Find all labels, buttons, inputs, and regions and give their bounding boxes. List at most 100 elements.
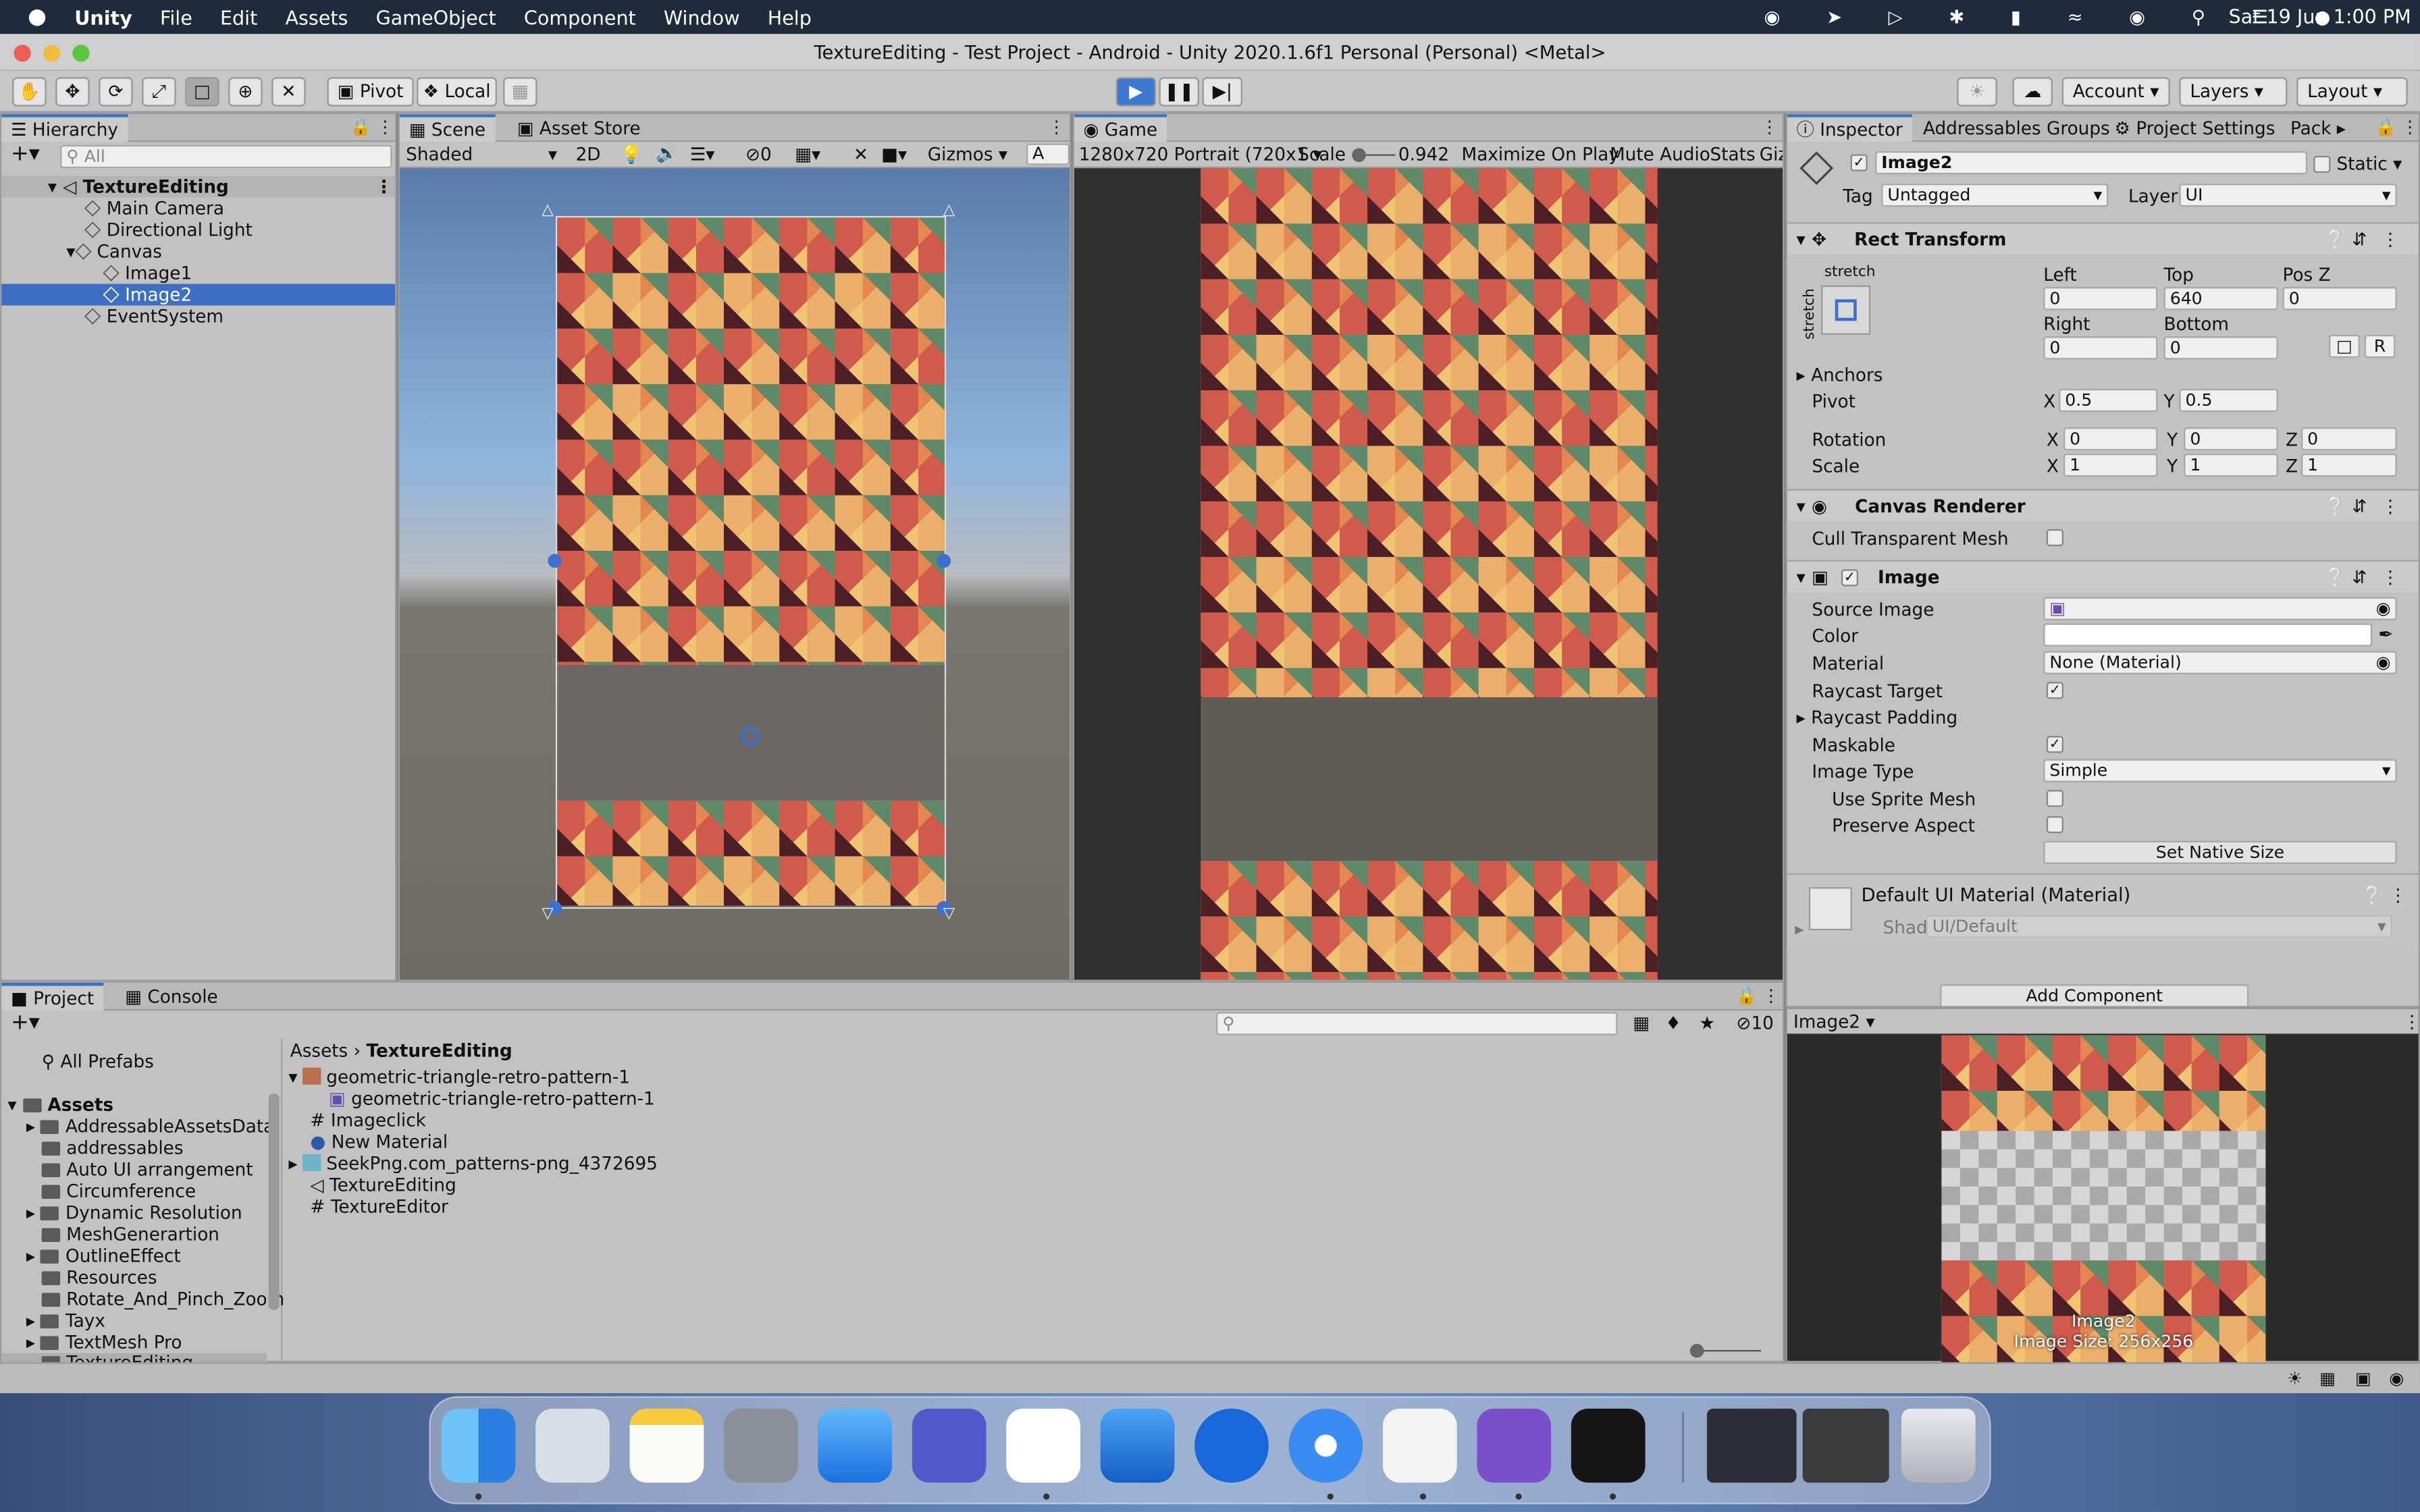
foldout-arrow-icon[interactable]: ▾ xyxy=(1797,495,1806,517)
left-input[interactable]: 0 xyxy=(2043,287,2158,310)
icon-size-slider[interactable] xyxy=(1689,1343,1761,1358)
settings-icon[interactable]: ⇵ xyxy=(2352,223,2367,256)
rect-selection-outline[interactable] xyxy=(555,215,947,909)
rotation-y-input[interactable]: 0 xyxy=(2184,427,2278,451)
camera-icon[interactable]: ■▾ xyxy=(881,144,907,165)
unity-editor-icon[interactable] xyxy=(1571,1408,1646,1483)
visual-studio-icon[interactable] xyxy=(1477,1408,1552,1483)
hierarchy-search-input[interactable]: ⚲ All xyxy=(60,144,392,169)
kebab-menu-icon[interactable]: ⋮ xyxy=(2382,223,2399,256)
bottom-input[interactable]: 0 xyxy=(2163,336,2278,360)
lock-icon[interactable]: 🔒 xyxy=(1736,986,1757,1006)
menu-gameobject[interactable]: GameObject xyxy=(376,5,496,28)
stats-toggle[interactable]: Stats xyxy=(1710,144,1756,165)
cache-icon[interactable]: ▦ xyxy=(2319,1368,2336,1388)
layers-dropdown[interactable]: Layers ▾ xyxy=(2179,77,2288,107)
hierarchy-item-main-camera[interactable]: Main Camera xyxy=(84,198,224,219)
status-send-icon[interactable]: ➤ xyxy=(1826,6,1842,28)
expand-arrow-icon[interactable]: ▸ xyxy=(26,1310,41,1332)
tab-asset-store[interactable]: ▣ Asset Store xyxy=(508,114,650,142)
object-picker-icon[interactable]: ◉ xyxy=(2376,599,2391,619)
lock-icon[interactable]: 🔒 xyxy=(2375,117,2396,138)
rect-tool-button[interactable]: □ xyxy=(185,77,219,107)
breadcrumb-assets[interactable]: Assets xyxy=(290,1040,348,1062)
menu-help[interactable]: Help xyxy=(768,5,812,28)
help-icon[interactable]: ❔ xyxy=(2361,884,2384,906)
tab-inspector[interactable]: ⓘ Inspector xyxy=(1787,114,1912,142)
menu-window[interactable]: Window xyxy=(664,5,740,28)
hidden-packages-toggle[interactable]: ⊘10 xyxy=(1736,1012,1773,1033)
rect-transform-header[interactable]: ▾ ✥ Rect Transform ❔ ⇵ ⋮ xyxy=(1787,222,2419,256)
zoom-window-button[interactable] xyxy=(72,45,90,62)
scene-viewport[interactable]: △ △ ▽ ▽ xyxy=(399,168,1070,980)
move-tool-button[interactable]: ✥ xyxy=(55,77,90,107)
filter-by-label-icon[interactable]: ♦ xyxy=(1665,1012,1681,1033)
tools-icon[interactable]: ✕ xyxy=(853,144,868,165)
mute-audio-toggle[interactable]: Mute Audio xyxy=(1610,144,1710,165)
status-bluetooth-icon[interactable]: ✱ xyxy=(1949,6,1964,28)
collab-sun-icon[interactable]: ☀ xyxy=(1957,77,1997,107)
favorites-all-prefabs[interactable]: ⚲ All Prefabs xyxy=(42,1051,154,1073)
unity-hub-icon[interactable] xyxy=(1382,1408,1457,1483)
layout-dropdown[interactable]: Layout ▾ xyxy=(2296,77,2408,107)
scene-root-row[interactable]: ▾ ◁ TextureEditing ⋮ xyxy=(1,176,396,198)
scale-z-input[interactable]: 1 xyxy=(2300,453,2397,477)
anchors-foldout[interactable]: ▸ Anchors xyxy=(1797,364,1883,385)
status-play-icon[interactable]: ▷ xyxy=(1889,6,1903,28)
rect-handle-left[interactable] xyxy=(548,554,562,568)
expand-arrow-icon[interactable]: ▸ xyxy=(26,1332,41,1353)
preview-name-dropdown[interactable]: Image2 ▾ xyxy=(1793,1010,1875,1032)
filter-by-type-icon[interactable]: ▦ xyxy=(1633,1012,1650,1033)
anchor-handle-top-right-icon[interactable]: △ xyxy=(943,202,955,219)
minimize-window-button[interactable] xyxy=(43,45,61,62)
file-seekpng-patterns[interactable]: ▸ SeekPng.com_patterns-png_4372695 xyxy=(288,1152,657,1174)
scale-slider[interactable] xyxy=(1352,148,1396,162)
kebab-menu-icon[interactable]: ⋮ xyxy=(1761,117,1778,138)
kebab-menu-icon[interactable]: ⋮ xyxy=(2389,884,2406,906)
create-plus-icon[interactable]: +▾ xyxy=(11,1010,40,1035)
folder-textmesh-pro[interactable]: ▸ TextMesh Pro xyxy=(26,1332,182,1353)
folder-tayx[interactable]: ▸ Tayx xyxy=(26,1310,105,1332)
material-field[interactable]: None (Material) ◉ xyxy=(2043,651,2397,674)
add-component-button[interactable]: Add Component xyxy=(1940,984,2249,1006)
eyedropper-icon[interactable]: ✒ xyxy=(2378,623,2393,645)
raycast-padding-foldout[interactable]: ▸ Raycast Padding xyxy=(1797,707,1958,728)
kebab-menu-icon[interactable]: ⋮ xyxy=(1048,117,1065,138)
user-icon[interactable]: ◉ xyxy=(2129,6,2145,28)
maximize-on-play-toggle[interactable]: Maximize On Play xyxy=(1462,144,1619,165)
folder-resources[interactable]: Resources xyxy=(41,1267,157,1289)
step-button[interactable]: ▶| xyxy=(1202,77,1242,107)
scale-x-input[interactable]: 1 xyxy=(2063,453,2158,477)
raw-edit-button[interactable]: R xyxy=(2364,334,2396,358)
anchor-handle-bottom-left-icon[interactable]: ▽ xyxy=(542,906,554,923)
expand-arrow-icon[interactable]: ▾ xyxy=(288,1066,303,1087)
kebab-menu-icon[interactable]: ⋮ xyxy=(1762,986,1779,1006)
pivot-y-input[interactable]: 0.5 xyxy=(2179,388,2278,412)
image-enabled-checkbox[interactable]: ✓ xyxy=(1841,569,1858,587)
tab-game[interactable]: ◉ Game xyxy=(1074,114,1167,142)
preserve-aspect-checkbox[interactable] xyxy=(2046,816,2063,834)
shader-dropdown[interactable]: UI/Default ▾ xyxy=(1926,915,2392,938)
lock-icon[interactable]: 🔒 xyxy=(350,117,371,138)
finder-icon[interactable] xyxy=(441,1408,516,1483)
tab-project[interactable]: ■ Project xyxy=(1,982,103,1011)
kebab-menu-icon[interactable]: ⋮ xyxy=(2382,491,2399,523)
tab-scene[interactable]: ▦ Scene xyxy=(399,114,495,142)
spotlight-search-icon[interactable]: ⚲ xyxy=(2192,6,2205,28)
kebab-menu-icon[interactable]: ⋮ xyxy=(2403,1010,2420,1032)
kebab-menu-icon[interactable]: ⋮ xyxy=(2402,117,2419,138)
canvas-renderer-header[interactable]: ▾ ◉ Canvas Renderer ❔ ⇵ ⋮ xyxy=(1787,489,2419,522)
anchor-handle-top-left-icon[interactable]: △ xyxy=(542,202,554,219)
expand-arrow-icon[interactable]: ▾ xyxy=(7,1094,22,1116)
folder-dynamic-resolution[interactable]: ▸ Dynamic Resolution xyxy=(26,1202,242,1224)
slack-icon[interactable] xyxy=(1006,1408,1080,1483)
help-icon[interactable]: ❔ xyxy=(2324,491,2346,523)
xcode-icon[interactable] xyxy=(1100,1408,1175,1483)
hierarchy-item-canvas[interactable]: ▾ Canvas xyxy=(66,241,162,263)
pause-button[interactable]: ❚❚ xyxy=(1159,77,1199,107)
menu-app-name[interactable]: Unity xyxy=(74,5,132,28)
image-type-dropdown[interactable]: Simple ▾ xyxy=(2043,759,2397,782)
object-name-input[interactable]: Image2 xyxy=(1875,151,2308,175)
cull-transparent-checkbox[interactable] xyxy=(2046,529,2063,547)
rect-handle-right[interactable] xyxy=(937,554,951,568)
